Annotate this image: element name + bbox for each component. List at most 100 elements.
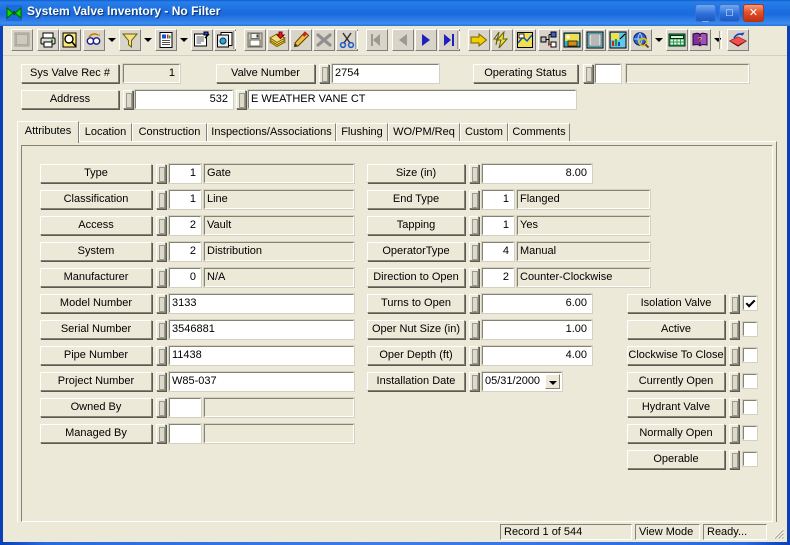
size-in-spinner[interactable] bbox=[469, 164, 479, 183]
first-record-button[interactable] bbox=[366, 29, 388, 51]
hierarchy-button[interactable] bbox=[538, 29, 560, 51]
operatortype-code-input[interactable]: 4 bbox=[481, 241, 515, 262]
print-button[interactable] bbox=[37, 29, 59, 51]
goto-arrow-button[interactable] bbox=[468, 29, 490, 51]
field-label-serial-number[interactable]: Serial Number bbox=[40, 320, 152, 339]
image-button[interactable] bbox=[561, 29, 583, 51]
currently-open-spinner[interactable] bbox=[729, 372, 739, 391]
edit-pencil-button[interactable] bbox=[290, 29, 312, 51]
field-label-currently-open[interactable]: Currently Open bbox=[627, 372, 725, 391]
valve-number-input[interactable]: 2754 bbox=[331, 63, 440, 84]
resize-grip-icon[interactable] bbox=[771, 526, 785, 540]
find-button[interactable] bbox=[83, 29, 105, 51]
clockwise-to-close-spinner[interactable] bbox=[729, 346, 739, 365]
type-spinner[interactable] bbox=[156, 164, 166, 183]
direction-to-open-spinner[interactable] bbox=[469, 268, 479, 287]
field-label-oper-depth-ft[interactable]: Oper Depth (ft) bbox=[367, 346, 465, 365]
field-label-operable[interactable]: Operable bbox=[627, 450, 725, 469]
access-code-input[interactable]: 2 bbox=[168, 215, 202, 236]
book-help-button[interactable]: ? bbox=[689, 29, 711, 51]
active-checkbox[interactable] bbox=[742, 321, 758, 337]
globe-dropdown-arrow-icon[interactable] bbox=[653, 29, 664, 51]
field-label-oper-nut-size-in[interactable]: Oper Nut Size (in) bbox=[367, 320, 465, 339]
delete-x-button[interactable] bbox=[313, 29, 335, 51]
filter-dropdown-arrow-icon[interactable] bbox=[142, 29, 153, 51]
oper-depth-ft-spinner[interactable] bbox=[469, 346, 479, 365]
filter-funnel-button[interactable] bbox=[119, 29, 141, 51]
size-in-input[interactable]: 8.00 bbox=[481, 163, 593, 184]
model-number-spinner[interactable] bbox=[156, 294, 166, 313]
hydrant-valve-checkbox[interactable] bbox=[742, 399, 758, 415]
system-code-input[interactable]: 2 bbox=[168, 241, 202, 262]
manufacturer-code-input[interactable]: 0 bbox=[168, 267, 202, 288]
find-dropdown-arrow-icon[interactable] bbox=[106, 29, 117, 51]
tab-inspections-associations[interactable]: Inspections/Associations bbox=[207, 123, 336, 142]
new-record-button[interactable] bbox=[11, 29, 33, 51]
end-type-code-input[interactable]: 1 bbox=[481, 189, 515, 210]
tapping-spinner[interactable] bbox=[469, 216, 479, 235]
lightning-button[interactable] bbox=[491, 29, 513, 51]
field-label-operatortype[interactable]: OperatorType bbox=[367, 242, 465, 261]
close-button[interactable]: ✕ bbox=[743, 4, 764, 22]
owned-by-code-input[interactable] bbox=[168, 397, 202, 418]
serial-number-spinner[interactable] bbox=[156, 320, 166, 339]
normally-open-spinner[interactable] bbox=[729, 424, 739, 443]
managed-by-code-input[interactable] bbox=[168, 423, 202, 444]
minimize-button[interactable]: _ bbox=[695, 4, 716, 23]
field-label-tapping[interactable]: Tapping bbox=[367, 216, 465, 235]
valve-number-spinner[interactable] bbox=[319, 64, 329, 83]
field-label-installation-date[interactable]: Installation Date bbox=[367, 372, 465, 391]
previous-record-button[interactable] bbox=[392, 29, 414, 51]
operating-status-label-button[interactable]: Operating Status bbox=[473, 64, 578, 83]
next-record-button[interactable] bbox=[415, 29, 437, 51]
operable-spinner[interactable] bbox=[729, 450, 739, 469]
tab-location[interactable]: Location bbox=[79, 123, 132, 142]
hydrant-valve-spinner[interactable] bbox=[729, 398, 739, 417]
field-label-project-number[interactable]: Project Number bbox=[40, 372, 152, 391]
address-street-input[interactable]: E WEATHER VANE CT bbox=[247, 89, 577, 110]
tab-construction[interactable]: Construction bbox=[132, 123, 207, 142]
chart-button[interactable] bbox=[607, 29, 629, 51]
pipe-number-spinner[interactable] bbox=[156, 346, 166, 365]
operable-checkbox[interactable] bbox=[742, 451, 758, 467]
field-label-classification[interactable]: Classification bbox=[40, 190, 152, 209]
isolation-valve-checkbox[interactable] bbox=[742, 295, 758, 311]
oper-depth-ft-input[interactable]: 4.00 bbox=[481, 345, 593, 366]
isolation-valve-spinner[interactable] bbox=[729, 294, 739, 313]
calculator-button[interactable] bbox=[666, 29, 688, 51]
clockwise-to-close-checkbox[interactable] bbox=[742, 347, 758, 363]
field-label-pipe-number[interactable]: Pipe Number bbox=[40, 346, 152, 365]
tab-wo-pm-req[interactable]: WO/PM/Req bbox=[388, 123, 460, 142]
field-label-system[interactable]: System bbox=[40, 242, 152, 261]
managed-by-spinner[interactable] bbox=[156, 424, 166, 443]
tab-custom[interactable]: Custom bbox=[460, 123, 508, 142]
valve-number-label-button[interactable]: Valve Number bbox=[216, 64, 315, 83]
system-spinner[interactable] bbox=[156, 242, 166, 261]
sys-valve-rec-label-button[interactable]: Sys Valve Rec # bbox=[21, 64, 119, 83]
oper-nut-size-in-spinner[interactable] bbox=[469, 320, 479, 339]
turns-to-open-spinner[interactable] bbox=[469, 294, 479, 313]
maximize-button[interactable]: □ bbox=[719, 4, 740, 22]
tab-flushing[interactable]: Flushing bbox=[336, 123, 388, 142]
turns-to-open-input[interactable]: 6.00 bbox=[481, 293, 593, 314]
active-spinner[interactable] bbox=[729, 320, 739, 339]
classification-code-input[interactable]: 1 bbox=[168, 189, 202, 210]
properties-button[interactable] bbox=[191, 29, 213, 51]
tapping-code-input[interactable]: 1 bbox=[481, 215, 515, 236]
field-label-owned-by[interactable]: Owned By bbox=[40, 398, 152, 417]
serial-number-input[interactable]: 3546881 bbox=[168, 319, 355, 340]
model-number-input[interactable]: 3133 bbox=[168, 293, 355, 314]
field-label-hydrant-valve[interactable]: Hydrant Valve bbox=[627, 398, 725, 417]
installation-date-combo[interactable]: 05/31/2000 bbox=[481, 371, 563, 392]
report-button[interactable] bbox=[155, 29, 177, 51]
pipe-number-input[interactable]: 11438 bbox=[168, 345, 355, 366]
type-code-input[interactable]: 1 bbox=[168, 163, 202, 184]
field-label-active[interactable]: Active bbox=[627, 320, 725, 339]
manufacturer-spinner[interactable] bbox=[156, 268, 166, 287]
operatortype-spinner[interactable] bbox=[469, 242, 479, 261]
classification-spinner[interactable] bbox=[156, 190, 166, 209]
globe-button[interactable] bbox=[630, 29, 652, 51]
save-button[interactable] bbox=[244, 29, 266, 51]
project-number-spinner[interactable] bbox=[156, 372, 166, 391]
operating-status-spinner[interactable] bbox=[583, 64, 593, 83]
